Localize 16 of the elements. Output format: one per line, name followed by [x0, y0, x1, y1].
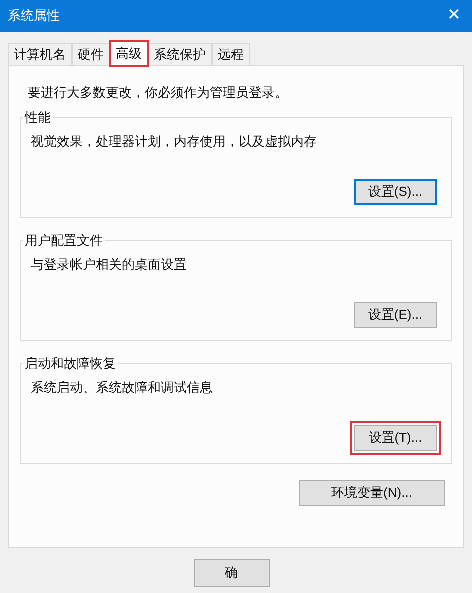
close-button[interactable]: ✕ — [442, 4, 466, 28]
environment-variables-button[interactable]: 环境变量(N)... — [299, 480, 445, 506]
settings-button[interactable]: 设置(S)... — [354, 179, 437, 205]
tab[interactable]: 系统保护 — [148, 43, 212, 65]
tab[interactable]: 计算机名 — [8, 43, 72, 65]
tab[interactable]: 硬件 — [72, 43, 110, 65]
group-description: 视觉效果，处理器计划，内存使用，以及虚拟内存 — [31, 133, 318, 151]
tab[interactable]: 高级 — [110, 41, 148, 66]
group-description: 与登录帐户相关的桌面设置 — [31, 256, 188, 274]
group-description: 系统启动、系统故障和调试信息 — [31, 379, 214, 397]
dialog-button[interactable]: 确 — [194, 559, 270, 587]
window-title: 系统属性 — [8, 7, 60, 26]
settings-button[interactable]: 设置(T)... — [354, 425, 437, 451]
admin-notice: 要进行大多数更改，你必须作为管理员登录。 — [27, 84, 289, 102]
tab[interactable]: 远程 — [212, 43, 250, 65]
settings-button[interactable]: 设置(E)... — [354, 302, 437, 328]
